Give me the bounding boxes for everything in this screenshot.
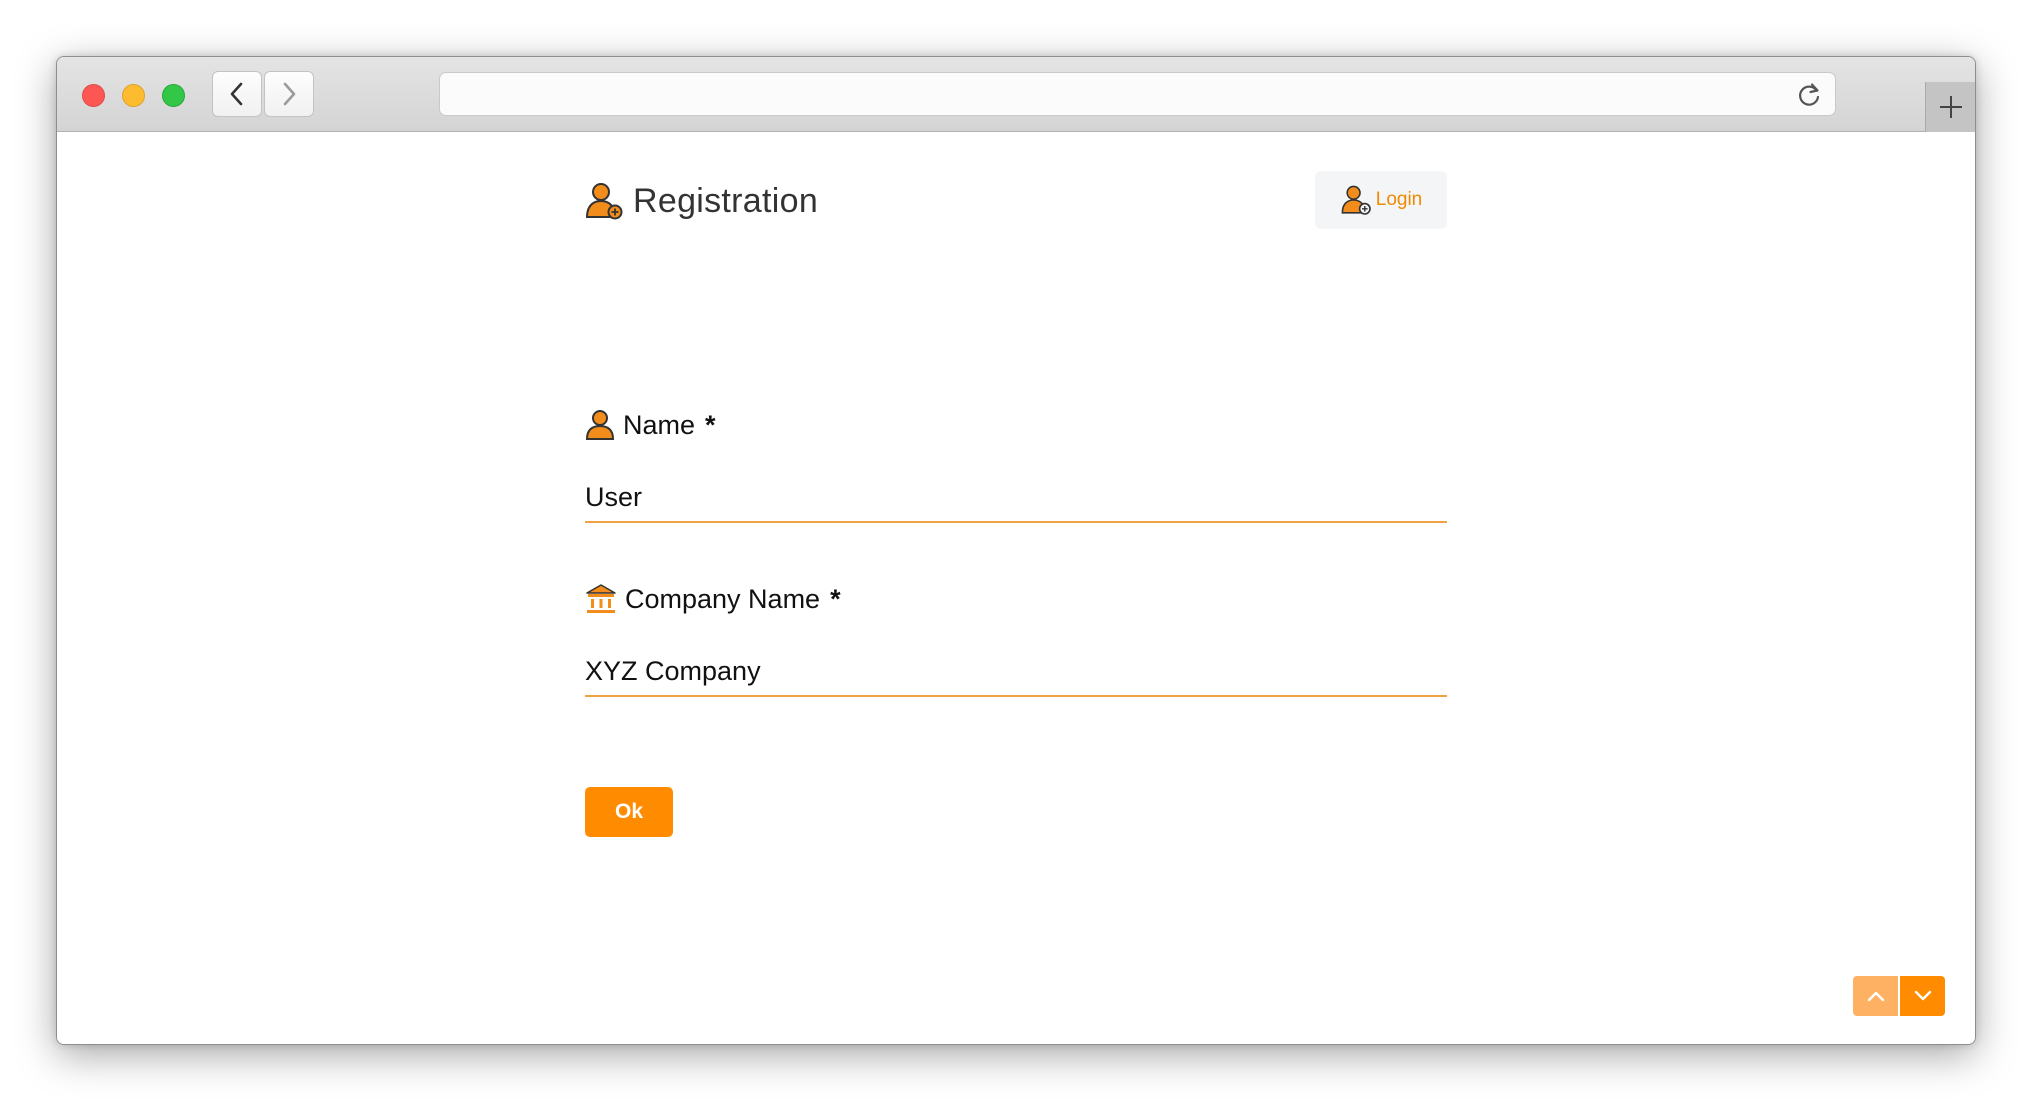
minimize-window-button[interactable] — [122, 84, 145, 107]
scroll-down-button[interactable] — [1900, 976, 1945, 1016]
forward-button[interactable] — [264, 71, 314, 117]
name-label: Name * — [585, 403, 1447, 447]
login-button[interactable]: Login — [1315, 171, 1447, 229]
chevron-left-icon — [230, 82, 243, 106]
company-input[interactable] — [585, 647, 1447, 697]
scroll-controls — [1853, 976, 1945, 1016]
address-bar[interactable] — [439, 72, 1836, 116]
screen: Registration Login Name * User Company N… — [0, 0, 2032, 1103]
close-window-button[interactable] — [82, 84, 105, 107]
reload-icon[interactable] — [1795, 81, 1823, 109]
user-add-icon — [585, 183, 623, 220]
back-button[interactable] — [212, 71, 262, 117]
company-field-group: Company Name * — [585, 577, 1447, 697]
company-label-text: Company Name — [625, 583, 821, 614]
page-title-text: Registration — [633, 181, 819, 220]
plus-icon — [1939, 96, 1962, 118]
name-label-text: Name — [623, 409, 696, 440]
browser-toolbar — [57, 57, 1975, 132]
required-mark: * — [705, 409, 716, 440]
scroll-up-button[interactable] — [1853, 976, 1898, 1016]
bank-icon — [586, 584, 616, 613]
login-button-label: Login — [1375, 189, 1423, 210]
ok-button[interactable]: Ok — [585, 787, 673, 837]
chevron-up-icon — [1867, 991, 1884, 1002]
user-icon — [585, 410, 615, 440]
page-header: Registration Login — [585, 171, 1447, 231]
zoom-window-button[interactable] — [162, 84, 185, 107]
browser-window: Registration Login Name * User Company N… — [56, 56, 1976, 1045]
name-field-group: Name * — [585, 403, 1447, 523]
chevron-right-icon — [283, 82, 296, 106]
required-mark: * — [830, 583, 841, 614]
page-content: Registration Login Name * User Company N… — [57, 133, 1975, 1044]
page-title: Registration — [585, 171, 818, 231]
chevron-down-icon — [1914, 990, 1931, 1001]
name-input[interactable] — [585, 473, 1447, 523]
company-label: Company Name * — [585, 577, 1447, 621]
new-tab-button[interactable] — [1925, 82, 1975, 132]
user-add-icon — [1341, 185, 1371, 215]
